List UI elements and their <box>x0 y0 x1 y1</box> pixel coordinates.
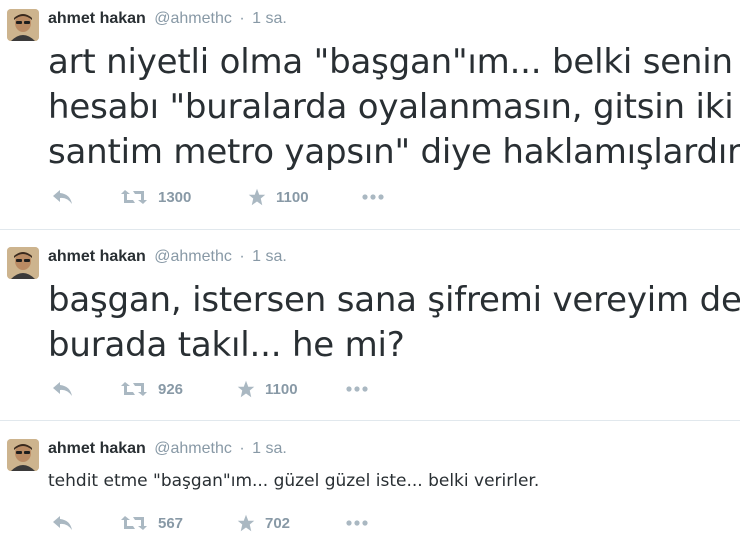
tweet: ahmet hakan @ahmethc · 1 sa. art niyetli… <box>0 0 740 226</box>
reply-icon <box>52 189 74 205</box>
more-icon <box>345 385 369 393</box>
more-icon <box>345 519 369 527</box>
tweet: ahmet hakan @ahmethc · 1 sa. başgan, ist… <box>0 238 740 418</box>
favorite-count: 1100 <box>276 188 309 206</box>
tweet: ahmet hakan @ahmethc · 1 sa. tehdit etme… <box>0 430 740 544</box>
tweet-text: art niyetli olma "başgan"ım... belki sen… <box>48 40 740 175</box>
star-icon <box>237 380 255 398</box>
avatar[interactable] <box>7 439 39 471</box>
reply-button[interactable] <box>52 379 74 399</box>
divider <box>0 420 740 421</box>
user-name[interactable]: ahmet hakan <box>48 440 146 457</box>
tweet-text: tehdit etme "başgan"ım... güzel güzel is… <box>48 471 539 491</box>
tweet-text-line: burada takıl... he mi? <box>48 325 405 365</box>
retweet-count: 1300 <box>158 188 192 206</box>
retweet-button[interactable]: 567 <box>120 513 183 533</box>
tweet-header: ahmet hakan @ahmethc · 1 sa. <box>48 248 287 266</box>
retweet-button[interactable]: 926 <box>120 379 183 399</box>
user-handle[interactable]: @ahmethc <box>154 10 232 27</box>
user-handle[interactable]: @ahmethc <box>154 248 232 265</box>
favorite-count: 1100 <box>265 380 298 398</box>
retweet-button[interactable]: 1300 <box>120 187 191 207</box>
reply-icon <box>52 515 74 531</box>
avatar[interactable] <box>7 247 39 279</box>
retweet-count: 926 <box>158 380 184 398</box>
tweet-text-line: başgan, istersen sana şifremi vereyim de <box>48 280 740 320</box>
retweet-icon <box>120 514 148 532</box>
favorite-button[interactable]: 702 <box>237 513 290 533</box>
favorite-button[interactable]: 1100 <box>248 187 309 207</box>
user-name[interactable]: ahmet hakan <box>48 10 146 27</box>
reply-button[interactable] <box>52 513 74 533</box>
tweet-header: ahmet hakan @ahmethc · 1 sa. <box>48 10 287 28</box>
tweet-header: ahmet hakan @ahmethc · 1 sa. <box>48 440 287 458</box>
tweet-text-line: tehdit etme "başgan"ım... güzel güzel is… <box>48 471 540 491</box>
reply-icon <box>52 381 74 397</box>
user-name[interactable]: ahmet hakan <box>48 248 146 265</box>
star-icon <box>237 514 255 532</box>
timestamp[interactable]: 1 sa. <box>252 248 287 265</box>
separator: · <box>239 248 245 265</box>
timestamp[interactable]: 1 sa. <box>252 440 287 457</box>
divider <box>0 229 740 230</box>
more-icon <box>361 193 385 201</box>
separator: · <box>239 440 245 457</box>
tweet-text-line: santim metro yapsın" diye haklamışlardır… <box>48 132 740 172</box>
avatar[interactable] <box>7 9 39 41</box>
retweet-icon <box>120 380 148 398</box>
timestamp[interactable]: 1 sa. <box>252 10 287 27</box>
star-icon <box>248 188 266 206</box>
tweet-text-line: hesabı "buralarda oyalanmasın, gitsin ik… <box>48 87 734 127</box>
reply-button[interactable] <box>52 187 74 207</box>
favorite-count: 702 <box>265 514 291 532</box>
separator: · <box>239 10 245 27</box>
more-button[interactable] <box>361 187 385 207</box>
user-handle[interactable]: @ahmethc <box>154 440 232 457</box>
retweet-icon <box>120 188 148 206</box>
tweet-text-line: art niyetli olma "başgan"ım... belki sen… <box>48 42 733 82</box>
retweet-count: 567 <box>158 514 184 532</box>
more-button[interactable] <box>345 513 369 533</box>
tweet-text: başgan, istersen sana şifremi vereyim de… <box>48 278 740 368</box>
favorite-button[interactable]: 1100 <box>237 379 298 399</box>
more-button[interactable] <box>345 379 369 399</box>
